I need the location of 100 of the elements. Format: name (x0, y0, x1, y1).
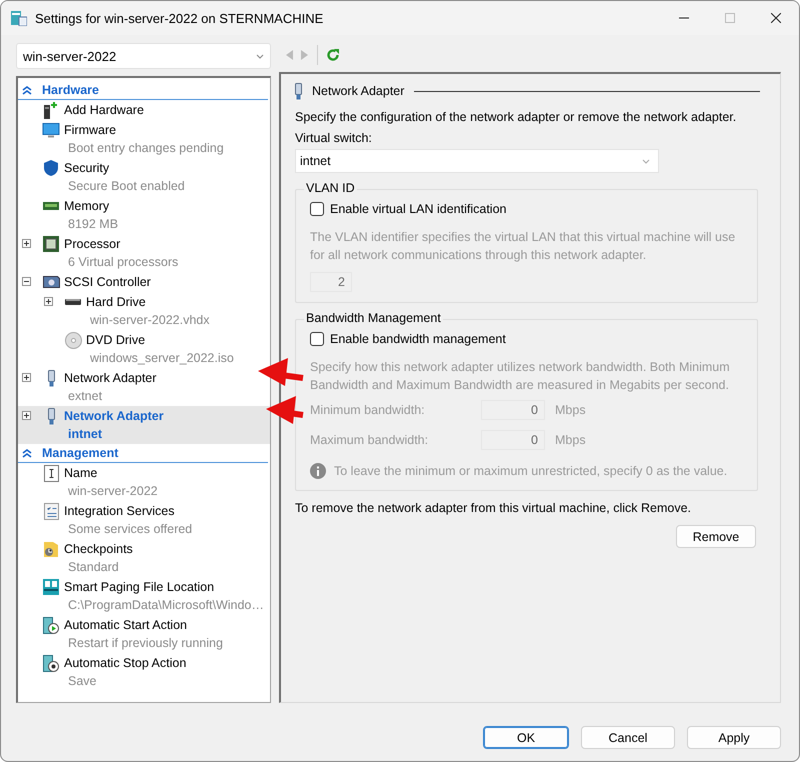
item-label: Name (64, 465, 98, 482)
hardware-add-icon (44, 102, 58, 118)
network-adapter-icon (295, 82, 302, 100)
monitor-icon (42, 122, 60, 138)
tree-item[interactable]: Smart Paging File Location C:\ProgramData\Microsoft\Windo… (18, 577, 270, 615)
dialog-button[interactable]: OK (483, 726, 569, 749)
disc-icon (64, 332, 82, 348)
group-title: VLAN ID (304, 181, 357, 195)
switch-label: Virtual switch: (295, 130, 373, 147)
item-label: Memory (64, 198, 110, 215)
memory-icon (43, 202, 59, 210)
item-label: Security (64, 160, 110, 177)
item-detail: Secure Boot enabled (67, 178, 185, 195)
item-label: Automatic Start Action (64, 617, 188, 634)
item-label: Automatic Stop Action (64, 655, 186, 672)
info-icon (310, 463, 326, 479)
checkpoint-folder-icon (44, 542, 58, 556)
controller-icon (42, 276, 60, 288)
item-label: Integration Services (64, 503, 176, 520)
tree-item[interactable]: Name win-server-2022 (18, 463, 270, 501)
vlan-help: The VLAN identifier specifies the virtual LAN that this virtual machine will use for all network communications through this network adapter. (310, 229, 736, 264)
tree-item[interactable]: Security Secure Boot enabled (18, 158, 270, 196)
item-detail: Standard (67, 559, 120, 576)
tree-item[interactable]: DVD Drive windows_server_2022.iso (18, 330, 270, 368)
item-label: Firmware (64, 122, 118, 139)
item-label: SCSI Controller (64, 274, 151, 291)
item-detail: C:\ProgramData\Microsoft\Windo… (67, 597, 264, 614)
bandwidth-field[interactable]: 0 (481, 400, 545, 420)
vlan-checkbox[interactable]: Enable virtual LAN identification (310, 202, 745, 216)
item-detail: windows_server_2022.iso (89, 350, 234, 367)
dialog-button[interactable]: Cancel (581, 726, 675, 749)
tree-item[interactable]: Network Adapter intnet (18, 406, 270, 444)
unit-label: Mbps (555, 433, 586, 447)
expand-icon[interactable] (44, 296, 53, 306)
item-detail: win-server-2022.vhdx (89, 312, 210, 329)
expand-icon[interactable] (22, 410, 31, 420)
virtual-switch-select[interactable]: intnet (295, 149, 659, 173)
chevron-down-icon (642, 158, 650, 164)
annotation-arrow (266, 396, 304, 424)
tree-item[interactable]: Integration Services Some services offered (18, 501, 270, 539)
expand-icon[interactable] (22, 372, 31, 382)
refresh-icon[interactable] (326, 48, 340, 62)
shield-icon (43, 160, 59, 176)
bandwidth-help: Specify how this network adapter utilizes network bandwidth. Both Minimum Bandwidth and Maximum Bandwidth are measured in Megabits per second. (310, 359, 731, 394)
expand-icon[interactable] (22, 238, 31, 248)
item-detail: Boot entry changes pending (67, 140, 224, 157)
tree-item[interactable]: Hard Drive win-server-2022.vhdx (18, 292, 270, 330)
vlan-id-field[interactable]: 2 (310, 272, 352, 292)
tree-item[interactable]: Automatic Start Action Restart if previously running (18, 615, 270, 653)
server-start-icon (43, 616, 59, 634)
item-detail: 6 Virtual processors (67, 254, 178, 271)
bandwidth-label: Minimum bandwidth: (310, 403, 426, 417)
minimize-icon[interactable] (679, 17, 689, 19)
checklist-icon (44, 502, 58, 520)
tree-item[interactable]: Add Hardware (18, 100, 270, 120)
item-label: Network Adapter (64, 408, 164, 425)
network-adapter-icon (48, 408, 54, 424)
item-label: DVD Drive (86, 332, 146, 349)
item-label: Smart Paging File Location (64, 579, 216, 596)
tree-item[interactable]: SCSI Controller (18, 272, 270, 292)
item-label: Processor (64, 236, 122, 253)
chevron-down-icon (256, 54, 264, 58)
bandwidth-checkbox[interactable]: Enable bandwidth management (310, 332, 745, 346)
remove-button[interactable]: Remove (676, 525, 756, 548)
bandwidth-field[interactable]: 0 (481, 430, 545, 450)
tree-item[interactable]: Firmware Boot entry changes pending (18, 120, 270, 158)
tree-item[interactable]: Memory 8192 MB (18, 196, 270, 234)
text-cursor-icon (44, 464, 58, 482)
item-label: Hard Drive (86, 294, 147, 311)
item-detail: win-server-2022 (67, 483, 158, 500)
remove-note: To remove the network adapter from this virtual machine, click Remove. (295, 500, 692, 517)
collapse-icon[interactable] (22, 276, 31, 286)
chip-icon (43, 236, 59, 252)
tree-item[interactable]: Network Adapter extnet (18, 368, 270, 406)
annotation-arrow (258, 358, 304, 386)
group-title: Bandwidth Management (304, 311, 443, 325)
info-text: To leave the minimum or maximum unrestricted, specify 0 as the value. (334, 463, 728, 480)
tree-item[interactable]: Automatic Stop Action Save (18, 653, 270, 691)
server-stop-icon (43, 654, 59, 672)
window-title: Settings for win-server-2022 on STERNMACHINE (35, 10, 324, 26)
item-detail: extnet (67, 388, 104, 405)
item-detail: 8192 MB (67, 216, 118, 233)
tree-item[interactable]: Checkpoints Standard (18, 539, 270, 577)
section-header[interactable]: Hardware (18, 81, 268, 100)
collapse-chevrons-icon[interactable] (22, 448, 32, 458)
item-detail: Restart if previously running (67, 635, 223, 652)
section-header[interactable]: Management (18, 444, 268, 463)
drive-icon (65, 299, 81, 305)
panel-title: Network Adapter (312, 84, 404, 98)
close-icon[interactable] (771, 13, 781, 23)
panel-description: Specify the configuration of the network adapter or remove the network adapter. (295, 109, 738, 126)
collapse-chevrons-icon[interactable] (22, 85, 32, 95)
paging-icon (43, 579, 59, 595)
dialog-button[interactable]: Apply (687, 726, 781, 749)
network-adapter-icon (48, 370, 54, 386)
tree-item[interactable]: Processor 6 Virtual processors (18, 234, 270, 272)
item-detail: Save (67, 673, 98, 690)
vm-select[interactable]: win-server-2022 (16, 43, 271, 69)
bandwidth-label: Maximum bandwidth: (310, 433, 430, 447)
unit-label: Mbps (555, 403, 586, 417)
